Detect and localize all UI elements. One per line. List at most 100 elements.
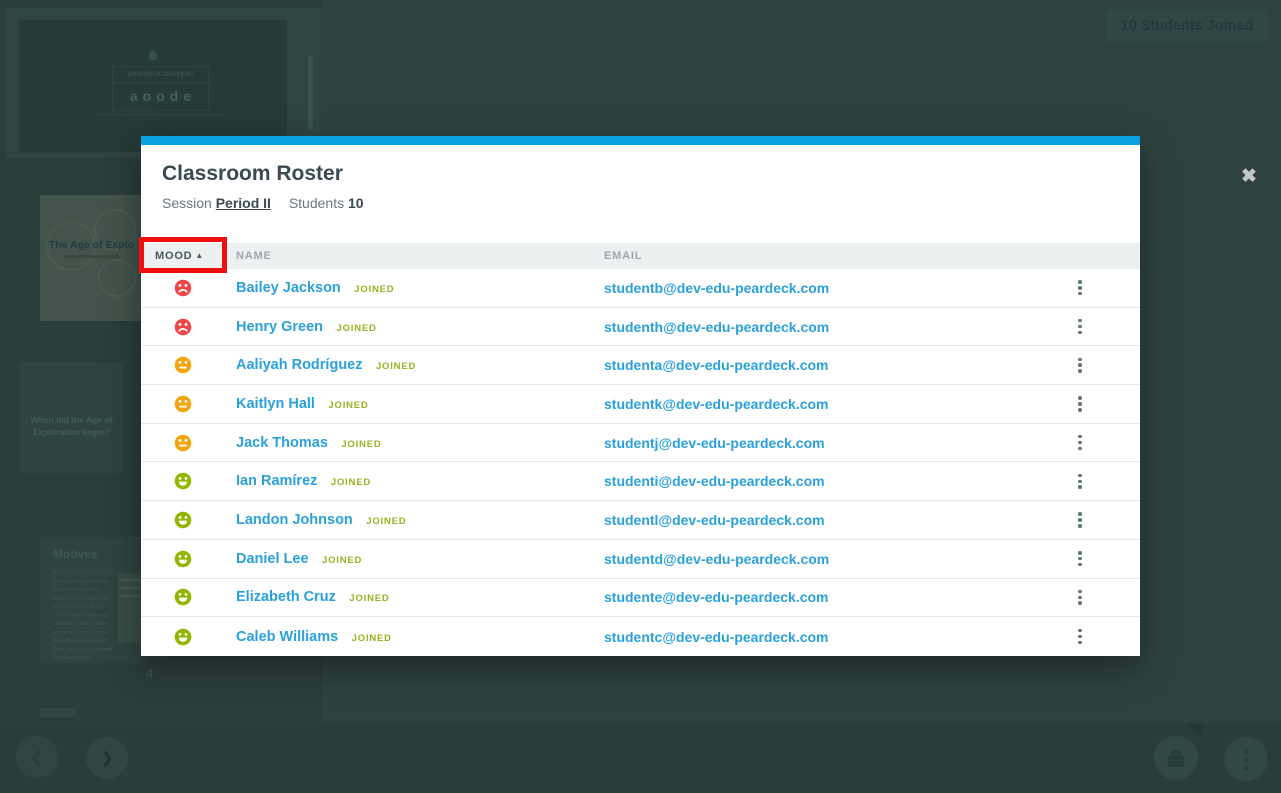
student-name-link[interactable]: Daniel Lee xyxy=(236,551,309,567)
roster-table-header: MOOD ▲ NAME EMAIL xyxy=(141,243,1140,269)
mood-happy-icon xyxy=(174,550,192,568)
student-name-link[interactable]: Caleb Williams xyxy=(236,629,338,645)
previous-slide-button[interactable]: ❮ xyxy=(16,736,58,778)
row-menu-button[interactable] xyxy=(1066,317,1094,337)
join-url: peardeck.com/join xyxy=(112,66,209,83)
column-header-name[interactable]: NAME xyxy=(236,243,272,269)
mood-sad-icon xyxy=(174,279,192,297)
table-row: Landon Johnson JOINED studentl@dev-edu-p… xyxy=(141,501,1140,540)
slide-thumbnail-question[interactable]: When did the Age of Exploration begin? xyxy=(20,362,123,473)
mood-sad-icon xyxy=(174,318,192,336)
row-menu-button[interactable] xyxy=(1066,278,1094,298)
joined-badge: JOINED xyxy=(366,515,407,527)
students-joined-button[interactable]: 10 Students Joined xyxy=(1106,10,1268,43)
thumbnail-subtitle-bar xyxy=(64,255,119,258)
students-count-value: 10 xyxy=(347,195,364,211)
student-name-link[interactable]: Bailey Jackson xyxy=(236,280,341,296)
kebab-icon xyxy=(1078,434,1082,439)
joined-badge: JOINED xyxy=(375,361,417,373)
slide-thumbnail-map[interactable]: The Age of Explo xyxy=(40,195,143,321)
student-email-link[interactable]: studentj@dev-edu-peardeck.com xyxy=(604,435,825,451)
mood-neutral-icon xyxy=(174,395,192,413)
mood-happy-icon xyxy=(174,511,192,529)
sidebar-partial-thumbnail xyxy=(40,708,76,717)
row-menu-button[interactable] xyxy=(1066,433,1094,453)
table-row: Daniel Lee JOINED studentd@dev-edu-peard… xyxy=(141,539,1140,579)
slide-panel-scrollbar[interactable] xyxy=(308,56,313,130)
table-row: Jack Thomas JOINED studentj@dev-edu-pear… xyxy=(141,423,1140,463)
table-row: Henry Green JOINED studenth@dev-edu-pear… xyxy=(141,307,1140,347)
thumbnail-title: The Age of Explo xyxy=(48,239,135,251)
row-menu-button[interactable] xyxy=(1066,510,1094,530)
lock-icon xyxy=(1168,749,1184,767)
joined-badge: JOINED xyxy=(349,593,390,605)
table-row: Aaliyah Rodríguez JOINED studenta@dev-ed… xyxy=(141,346,1140,386)
mood-neutral-icon xyxy=(174,434,192,452)
student-email-link[interactable]: studenti@dev-edu-peardeck.com xyxy=(604,473,825,489)
joined-badge: JOINED xyxy=(321,554,363,566)
lock-screen-button[interactable] xyxy=(1154,736,1198,780)
column-header-email[interactable]: EMAIL xyxy=(604,243,642,269)
student-email-link[interactable]: studentc@dev-edu-peardeck.com xyxy=(604,629,829,645)
joined-badge: JOINED xyxy=(351,632,392,644)
column-header-mood[interactable]: MOOD ▲ xyxy=(155,243,204,269)
modal-accent-bar xyxy=(141,136,1140,145)
student-name-link[interactable]: Landon Johnson xyxy=(236,512,353,528)
student-email-link[interactable]: studenta@dev-edu-peardeck.com xyxy=(604,357,829,373)
roster-rows: Bailey Jackson JOINED studentb@dev-edu-p… xyxy=(141,269,1140,656)
row-menu-button[interactable] xyxy=(1066,355,1094,375)
session-label: Session xyxy=(162,195,212,211)
pear-logo-icon xyxy=(149,49,157,61)
join-code: aoode xyxy=(112,83,209,111)
sort-ascending-icon: ▲ xyxy=(195,251,205,260)
row-menu-button[interactable] xyxy=(1066,549,1094,569)
table-row: Elizabeth Cruz JOINED studente@dev-edu-p… xyxy=(141,578,1140,618)
classroom-roster-modal: Classroom Roster Session Period II Stude… xyxy=(139,136,1257,656)
session-info: Session Period II Students 10 xyxy=(162,195,364,211)
close-icon[interactable]: ✖ xyxy=(1236,164,1262,190)
kebab-icon xyxy=(1078,551,1082,555)
mood-happy-icon xyxy=(174,472,192,490)
session-name-link[interactable]: Period II xyxy=(216,195,271,211)
chevron-right-icon: ❯ xyxy=(100,750,114,767)
join-caption-bar xyxy=(94,113,224,116)
student-email-link[interactable]: studente@dev-edu-peardeck.com xyxy=(604,589,829,605)
presenter-bottom-bar xyxy=(0,723,1281,793)
thumbnail-question-text: When did the Age of Exploration begin? xyxy=(30,415,113,438)
lock-tooltip-notch xyxy=(1188,724,1202,738)
student-email-link[interactable]: studentk@dev-edu-peardeck.com xyxy=(604,396,829,412)
more-options-button[interactable] xyxy=(1224,737,1268,781)
kebab-icon xyxy=(1078,628,1082,633)
student-name-link[interactable]: Jack Thomas xyxy=(236,435,328,451)
joined-badge: JOINED xyxy=(354,283,395,295)
row-menu-button[interactable] xyxy=(1066,627,1094,647)
table-row: Ian Ramírez JOINED studenti@dev-edu-pear… xyxy=(141,462,1140,502)
thumbnail-title: Motives xyxy=(53,547,98,561)
kebab-icon xyxy=(1078,589,1082,594)
thumbnail-image-placeholder xyxy=(118,573,143,643)
student-name-link[interactable]: Henry Green xyxy=(236,319,323,335)
joined-badge: JOINED xyxy=(330,477,372,489)
kebab-icon xyxy=(1078,512,1082,516)
student-name-link[interactable]: Aaliyah Rodríguez xyxy=(236,357,363,373)
next-slide-button[interactable]: ❯ xyxy=(86,737,128,779)
table-row: Bailey Jackson JOINED studentb@dev-edu-p… xyxy=(141,269,1140,308)
row-menu-button[interactable] xyxy=(1066,587,1094,607)
join-instructions-slide: peardeck.com/join aoode xyxy=(19,20,287,152)
student-email-link[interactable]: studenth@dev-edu-peardeck.com xyxy=(604,319,829,335)
student-name-link[interactable]: Kaitlyn Hall xyxy=(236,396,315,412)
slide-thumbnail-motives[interactable]: Motives For early explorers, one of the … xyxy=(40,537,143,663)
chevron-left-icon: ❮ xyxy=(30,749,44,766)
student-name-link[interactable]: Elizabeth Cruz xyxy=(236,589,336,605)
students-label: Students xyxy=(288,195,345,211)
map-hemisphere-shape xyxy=(98,259,136,297)
student-email-link[interactable]: studentl@dev-edu-peardeck.com xyxy=(604,512,825,528)
peardeck-presenter-screen: peardeck.com/join aoode The Age of Explo… xyxy=(0,0,1281,793)
student-email-link[interactable]: studentd@dev-edu-peardeck.com xyxy=(604,551,829,567)
student-email-link[interactable]: studentb@dev-edu-peardeck.com xyxy=(604,280,829,296)
row-menu-button[interactable] xyxy=(1066,471,1094,491)
slide-number: 4 xyxy=(146,666,154,681)
modal-title: Classroom Roster xyxy=(162,162,343,185)
student-name-link[interactable]: Ian Ramírez xyxy=(236,473,317,489)
row-menu-button[interactable] xyxy=(1066,394,1094,414)
